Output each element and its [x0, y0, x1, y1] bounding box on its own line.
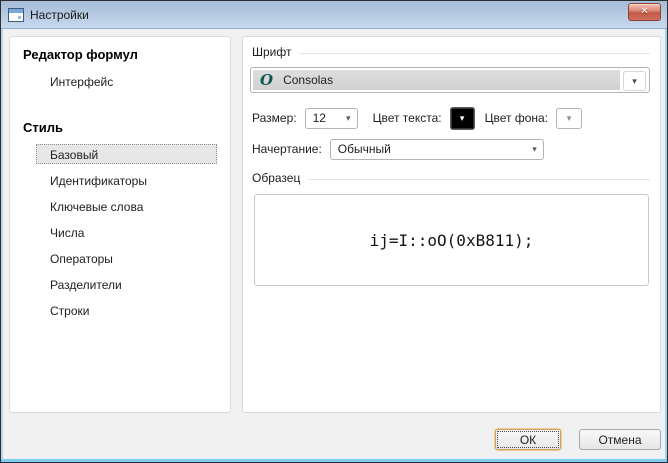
ok-button[interactable]: ОК — [495, 429, 561, 450]
font-style-value: Обычный — [337, 142, 391, 156]
size-label: Размер: — [252, 111, 297, 125]
font-style-row: Начертание: Обычный ▾ — [252, 137, 544, 161]
divider-line — [308, 178, 650, 180]
text-color-label: Цвет текста: — [372, 111, 442, 125]
style-settings-panel: Шрифт O Consolas ▾ Размер: 12 ▾ Цвет тек… — [242, 36, 661, 413]
nav-header-style: Стиль — [23, 120, 63, 135]
background-color-label: Цвет фона: — [484, 111, 548, 125]
cancel-button[interactable]: Отмена — [579, 429, 661, 450]
settings-nav-panel: Редактор формул Интерфейс Стиль Базовый … — [9, 36, 231, 413]
font-sample-preview: ij=I::oO(0xB811); — [254, 194, 649, 286]
text-color-swatch-dropdown[interactable]: ▾ — [449, 106, 475, 130]
background-color-dropdown[interactable]: ▾ — [556, 107, 582, 129]
sidebar-item-strings[interactable]: Строки — [36, 300, 217, 320]
sidebar-item-numbers[interactable]: Числа — [36, 222, 217, 242]
chevron-down-icon: ▾ — [346, 112, 351, 123]
close-button[interactable]: ✕ — [628, 3, 661, 21]
sample-text: ij=I::oO(0xB811); — [369, 230, 534, 250]
chevron-down-icon[interactable]: ▾ — [623, 71, 646, 91]
sidebar-item-operators[interactable]: Операторы — [36, 248, 217, 268]
font-family-selected: O Consolas — [253, 70, 620, 90]
sidebar-item-delimiters[interactable]: Разделители — [36, 274, 217, 294]
settings-dialog: Настройки ✕ Редактор формул Интерфейс Ст… — [0, 0, 668, 463]
opentype-font-icon: O — [260, 70, 274, 89]
chevron-down-icon: ▾ — [566, 112, 572, 123]
font-size-dropdown[interactable]: 12 ▾ — [304, 107, 358, 129]
nav-header-formula-editor: Редактор формул — [23, 47, 138, 62]
font-group-row: Шрифт — [252, 45, 650, 59]
sidebar-item-identifiers[interactable]: Идентификаторы — [36, 170, 217, 190]
chevron-down-icon: ▾ — [459, 112, 465, 123]
font-style-label: Начертание: — [252, 142, 322, 156]
titlebar[interactable]: Настройки ✕ — [1, 1, 667, 29]
size-and-colors-row: Размер: 12 ▾ Цвет текста: ▾ Цвет фона: ▾ — [252, 105, 652, 131]
sidebar-item-interface[interactable]: Интерфейс — [36, 71, 217, 91]
font-style-dropdown[interactable]: Обычный ▾ — [329, 138, 544, 160]
font-family-dropdown[interactable]: O Consolas ▾ — [250, 67, 650, 93]
window-title: Настройки — [30, 7, 89, 22]
divider-line — [299, 52, 650, 54]
font-family-value: Consolas — [283, 73, 334, 87]
chevron-down-icon: ▾ — [532, 143, 537, 154]
window-icon — [8, 7, 24, 22]
sample-group-row: Образец — [252, 171, 650, 185]
sample-group-title: Образец — [252, 171, 301, 185]
font-group-title: Шрифт — [252, 45, 292, 59]
sidebar-item-keywords[interactable]: Ключевые слова — [36, 196, 217, 216]
sidebar-item-basic[interactable]: Базовый — [36, 144, 217, 164]
font-size-value: 12 — [312, 111, 326, 125]
close-icon: ✕ — [640, 6, 649, 17]
